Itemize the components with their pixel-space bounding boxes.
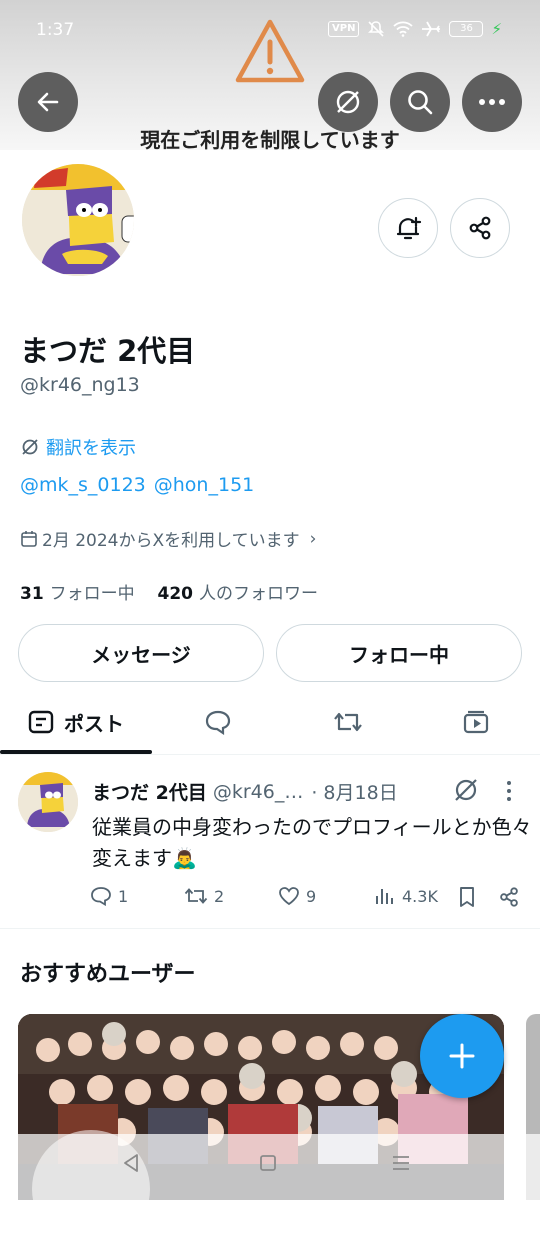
tab-posts-label: ポスト [64, 711, 124, 736]
translate-icon [336, 90, 360, 114]
post-avatar[interactable] [18, 772, 78, 832]
status-icons: VPN 36 ⚡ [328, 20, 502, 38]
nav-menu-button[interactable] [390, 1152, 412, 1180]
more-button[interactable] [462, 72, 522, 132]
charging-icon: ⚡ [491, 20, 502, 38]
mute-icon [368, 21, 385, 37]
post-share-button[interactable] [498, 886, 520, 908]
search-button[interactable] [390, 72, 450, 132]
divider [0, 754, 540, 755]
followers-count: 420 [157, 584, 193, 604]
view-count: 4.3K [402, 886, 438, 906]
post-author-handle[interactable]: @kr46_… [213, 781, 304, 803]
post-actions: 1 2 9 4.3K [90, 886, 530, 916]
profile-display-name: まつだ 2代目 [20, 334, 196, 368]
vpn-icon: VPN [328, 21, 360, 37]
more-vertical-icon [507, 781, 511, 801]
translate-bio-link[interactable]: 翻訳を表示 [20, 434, 136, 460]
repost-tab-icon [334, 712, 362, 732]
repost-icon [184, 888, 208, 904]
profile-avatar[interactable] [18, 160, 138, 280]
tab-reposts[interactable] [290, 690, 406, 754]
status-time: 1:37 [36, 20, 75, 40]
following-count: 31 [20, 584, 44, 604]
airplane-icon [422, 21, 441, 37]
reply-tab-icon [205, 710, 231, 735]
follow-counts: 31 フォロー中 420 人のフォロワー [20, 579, 318, 604]
following-link[interactable]: 31 フォロー中 [20, 584, 135, 604]
followers-label: 人のフォロワー [198, 584, 318, 604]
post-tab-icon [28, 710, 54, 734]
join-date[interactable]: 2月 2024からXを利用しています › [20, 526, 316, 551]
recommended-users-heading: おすすめユーザー [20, 962, 196, 987]
post-author-name[interactable]: まつだ 2代目 [92, 778, 207, 805]
mention-link[interactable]: @hon_151 [154, 474, 254, 496]
translate-icon [455, 779, 477, 801]
post-translate-button[interactable] [452, 776, 480, 808]
like-button[interactable]: 9 [278, 886, 316, 906]
reply-count: 1 [118, 886, 129, 906]
chevron-right-icon: › [309, 528, 317, 549]
wifi-icon [393, 21, 414, 37]
nav-back-button[interactable] [120, 1152, 142, 1180]
bio-mentions: @mk_s_0123 @hon_151 [20, 474, 262, 496]
media-tab-icon [463, 710, 489, 734]
translate-icon [22, 439, 38, 455]
post-header: まつだ 2代目 @kr46_… · 8月18日 [92, 778, 398, 805]
search-icon [408, 90, 433, 115]
profile-handle: @kr46_ng13 [20, 374, 140, 396]
more-icon [479, 99, 505, 105]
square-home-icon [260, 1155, 276, 1171]
repost-button[interactable]: 2 [184, 886, 224, 906]
heart-icon [279, 887, 299, 906]
warning-icon [234, 18, 306, 90]
bookmark-button[interactable] [458, 886, 476, 908]
restriction-notice: 現在ご利用を制限しています [140, 128, 400, 152]
reply-icon [91, 887, 111, 906]
compose-post-button[interactable] [420, 1014, 504, 1098]
nav-home-button[interactable] [257, 1152, 279, 1180]
divider [0, 928, 540, 929]
tab-posts[interactable]: ポスト [0, 690, 152, 754]
reply-button[interactable]: 1 [90, 886, 128, 906]
like-count: 9 [306, 886, 317, 906]
message-button[interactable]: メッセージ [18, 624, 264, 682]
post-text: 従業員の中身変わったのでプロフィールとか色々変えます🙇‍♂️ [92, 815, 532, 870]
triangle-back-icon [124, 1154, 138, 1172]
post-more-button[interactable] [505, 780, 513, 806]
floating-avatar-overlay [32, 1130, 150, 1248]
menu-icon [393, 1156, 409, 1170]
bell-plus-icon [396, 216, 422, 240]
join-date-text: 2月 2024からXを利用しています [42, 531, 300, 551]
battery-icon: 36 [449, 21, 484, 37]
back-arrow-icon [37, 92, 59, 112]
share-icon [469, 216, 491, 240]
bookmark-icon [460, 887, 474, 907]
calendar-icon [21, 530, 37, 547]
translate-button[interactable] [318, 72, 378, 132]
post-date[interactable]: · 8月18日 [311, 778, 397, 805]
translate-label: 翻訳を表示 [46, 438, 136, 459]
notification-bell-button[interactable] [378, 198, 438, 258]
tab-media[interactable] [418, 690, 534, 754]
following-button[interactable]: フォロー中 [276, 624, 522, 682]
profile-tabs: ポスト [0, 690, 540, 754]
share-icon [500, 887, 518, 907]
views-button[interactable]: 4.3K [374, 886, 438, 906]
followers-link[interactable]: 420 人のフォロワー [157, 584, 318, 604]
share-profile-button[interactable] [450, 198, 510, 258]
mention-link[interactable]: @mk_s_0123 [20, 474, 146, 496]
views-chart-icon [376, 889, 393, 904]
tab-replies[interactable] [160, 690, 276, 754]
following-label: フォロー中 [49, 584, 135, 604]
back-button[interactable] [18, 72, 78, 132]
plus-icon [449, 1043, 475, 1069]
repost-count: 2 [214, 886, 225, 906]
